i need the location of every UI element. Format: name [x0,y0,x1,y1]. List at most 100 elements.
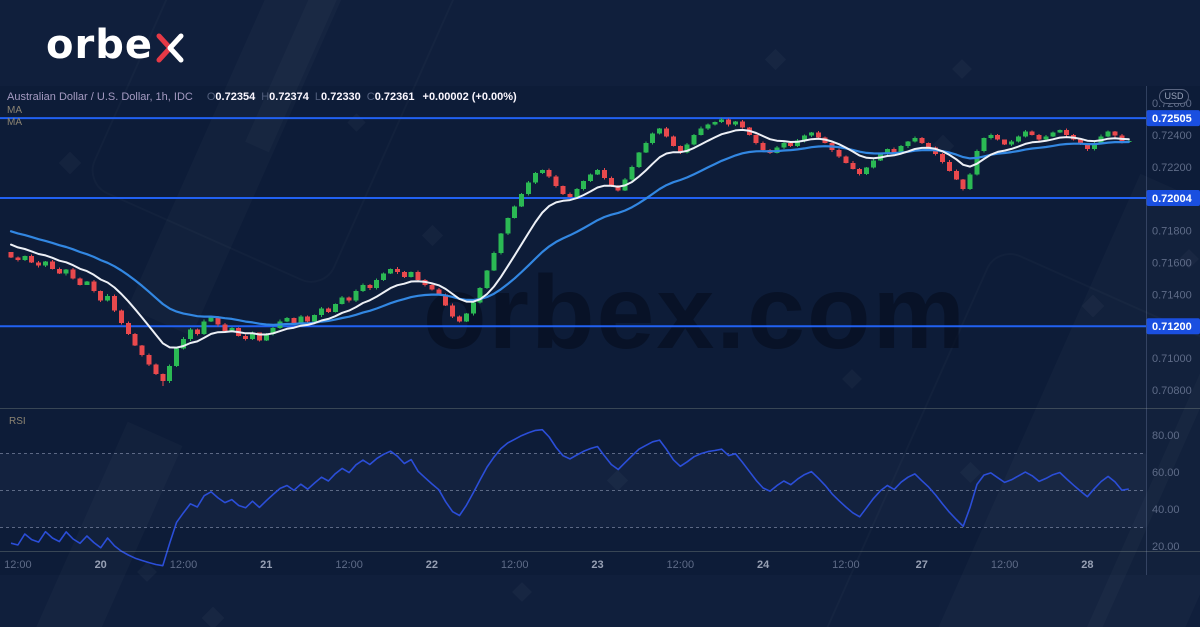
candlestick [477,286,483,304]
candlestick [857,167,863,176]
candle-body [519,193,525,207]
candle-body [567,193,573,198]
candle-body [457,316,462,322]
candle-body [346,297,352,301]
candlestick [98,290,104,302]
time-axis-label: 12:00 [4,559,32,571]
candle-body [146,354,152,365]
candle-body [960,179,966,190]
candle-body [56,268,62,274]
candle-body [712,122,718,125]
rsi-indicator-label[interactable]: RSI [9,416,26,427]
candle-body [201,321,207,335]
candle-body [284,318,290,322]
candlestick [325,307,331,314]
candle-body [595,169,600,175]
candle-body [505,217,511,234]
candle-body [643,142,649,153]
candlestick [174,347,180,368]
candle-body [112,295,117,311]
candlestick [560,185,566,195]
candle-body [788,142,794,147]
candle-body [946,161,952,171]
candle-body [871,160,876,168]
time-axis-label: 12:00 [991,559,1019,571]
time-axis-label: 23 [591,559,603,571]
candlestick [332,303,338,313]
candlestick [187,328,193,341]
candle-body [125,323,131,335]
currency-usd-button[interactable]: USD [1159,89,1189,104]
candle-body [222,324,228,331]
candle-body [36,262,42,266]
candle-body [539,169,545,174]
candlestick [698,126,704,136]
candle-body [836,150,842,157]
candlestick [43,261,48,267]
candlestick [1036,134,1042,142]
rsi-axis-tick: 80.00 [1152,430,1180,442]
orbex-logo-x-icon [156,33,184,63]
ma-indicator-label-1[interactable]: MA [7,105,22,116]
candlestick [63,269,69,276]
candle-body [194,329,200,335]
candlestick [1015,135,1021,143]
ohlc-high-letter: H [261,91,270,103]
price-level-label-text: 0.71200 [1152,321,1192,333]
candle-body [153,364,159,375]
candle-body [912,138,918,142]
ma-indicator-label-2[interactable]: MA [7,117,22,128]
candlestick [374,278,380,290]
candle-body [1057,130,1063,133]
time-axis-label: 21 [260,559,272,571]
time-axis-label: 12:00 [170,559,198,571]
price-axis-tick: 0.71000 [1152,353,1192,365]
candle-body [491,252,497,271]
time-axis-label: 27 [916,559,928,571]
candlestick [346,296,352,303]
candle-body [29,256,35,263]
candlestick [112,294,117,313]
trading-chart-screenshot: orbex.com 0.72600 0.72400 0.72200 0.71800 0.7… [0,0,1200,627]
candle-body [843,156,849,163]
candle-body [388,268,393,274]
price-level-label-text: 0.72505 [1152,113,1192,125]
candle-body [781,142,787,148]
rsi-axis-tick: 60.00 [1152,467,1180,479]
candlestick [353,289,359,302]
time-axis-label: 24 [757,559,770,571]
candle-body [546,169,552,177]
candle-body [905,141,911,147]
candlestick [532,171,538,184]
candle-body [532,173,538,183]
candle-body [1022,131,1028,137]
candlestick [995,133,1001,141]
candle-body [415,272,421,280]
symbol-title: Australian Dollar / U.S. Dollar, 1h, IDC [7,91,193,103]
candle-body [84,281,90,285]
candle-body [1036,134,1042,140]
time-axis-label: 20 [95,559,107,571]
candlestick [636,151,642,168]
candlestick [595,169,600,176]
candle-body [325,308,331,312]
candlestick [843,155,849,164]
candle-body [553,176,559,186]
candle-body [167,366,173,382]
candlestick [946,160,952,172]
candlestick [691,134,697,146]
candle-body [698,128,704,135]
candlestick [905,140,911,148]
candle-body [463,313,469,322]
candlestick [753,134,759,145]
ohlc-close-value: 0.72361 [374,91,415,103]
candlestick [781,141,787,150]
candle-body [1112,131,1118,136]
candlestick [1022,129,1028,138]
candlestick [774,145,780,154]
candle-body [670,136,676,147]
candlestick [601,168,607,180]
candle-body [733,121,738,125]
chart-title-row: Australian Dollar / U.S. Dollar, 1h, IDC… [7,91,517,103]
candle-body [49,261,55,269]
